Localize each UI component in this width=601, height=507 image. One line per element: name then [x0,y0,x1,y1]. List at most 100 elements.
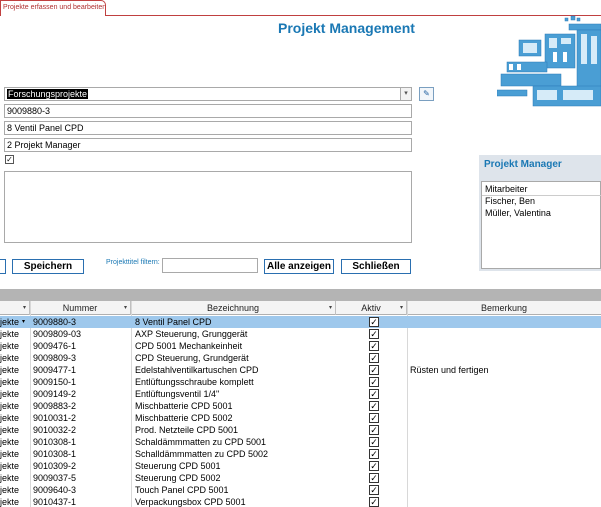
pencil-icon[interactable]: ✎ [419,87,434,101]
sort-icon[interactable]: ▾ [329,301,332,315]
cell-remark: Rüsten und fertigen [410,365,489,375]
cell-category: jekte [0,497,20,507]
cell-category: jekte [0,461,20,471]
row-active-checkbox[interactable]: ✓ [369,389,379,399]
row-active-checkbox[interactable]: ✓ [369,353,379,363]
list-item[interactable]: Müller, Valentina [485,208,551,218]
active-checkbox[interactable]: ✓ [5,155,14,164]
close-button[interactable]: Schließen [341,259,411,274]
cell-remark [410,436,600,448]
table-row[interactable]: jekte 9009477-1 Edelstahlventilkartuschen … [0,364,601,376]
project-title-filter-input[interactable] [162,258,258,273]
tab-projekte-erfassen[interactable]: Projekte erfassen und bearbeiten [0,0,106,16]
column-header-active[interactable]: Aktiv ▾ [336,301,407,315]
cell-category: jekte [0,473,20,483]
table-row[interactable]: jekte 9009809-03 AXP Steuerung, Grunggerät… [0,328,601,340]
table-row[interactable]: jekte 9009150-1 Entlüftungsschraube komple… [0,376,601,388]
sort-icon[interactable]: ▾ [23,301,26,315]
table-row[interactable]: jekte 9009037-5 Steuerung CPD 5002 ✓ [0,472,601,484]
cell-number: 9009809-03 [33,329,82,339]
cell-category: jekte [0,341,20,351]
project-manager-title: Projekt Manager [484,159,562,170]
chevron-down-icon[interactable]: ▾ [400,88,411,100]
table-row[interactable]: jekte 9009640-3 Touch Panel CPD 5001 ✓ [0,484,601,496]
row-active-checkbox[interactable]: ✓ [369,497,379,507]
cell-name: CPD Steuerung, Grundgerät [135,353,249,363]
column-header-category[interactable]: ▾ [0,301,30,315]
cell-name: Entlüftungsschraube komplett [135,377,254,387]
cell-category: jekte [0,317,20,327]
project-manager-field[interactable]: 2 Projekt Manager [4,138,412,152]
cell-number: 9009476-1 [33,341,77,351]
sort-icon[interactable]: ▾ [400,301,403,315]
cell-remark [410,388,600,400]
cell-category: jekte [0,437,20,447]
list-header: Mitarbeiter [485,184,528,194]
table-row[interactable]: jekte 9009880-3 8 Ventil Panel CPD ✓ ▾ [0,316,601,328]
row-active-checkbox[interactable]: ✓ [369,485,379,495]
row-active-checkbox[interactable]: ✓ [369,341,379,351]
cell-number: 9009880-3 [33,317,77,327]
table-row[interactable]: jekte 9009883-2 Mischbatterie CPD 5001 ✓ [0,400,601,412]
table-row[interactable]: jekte 9010308-1 Schalldämmmatten zu CPD 50… [0,448,601,460]
cell-name: Verpackungsbox CPD 5001 [135,497,246,507]
cell-number: 9009640-3 [33,485,77,495]
project-manager-list[interactable]: Mitarbeiter Fischer, Ben Müller, Valenti… [481,181,601,269]
row-active-checkbox[interactable]: ✓ [369,461,379,471]
row-active-checkbox[interactable]: ✓ [369,437,379,447]
table-row[interactable]: jekte 9010437-1 Verpackungsbox CPD 5001 ✓ [0,496,601,507]
column-header-name[interactable]: Bezeichnung ▾ [131,301,336,315]
cell-number: 9009037-5 [33,473,77,483]
cell-number: 9009883-2 [33,401,77,411]
row-active-checkbox[interactable]: ✓ [369,425,379,435]
cell-category: jekte [0,353,20,363]
row-active-checkbox[interactable]: ✓ [369,365,379,375]
cell-number: 9010309-2 [33,461,77,471]
cell-category: jekte [0,485,20,495]
filter-label: Projekttitel filtern: [106,259,160,266]
row-active-checkbox[interactable]: ✓ [369,329,379,339]
cell-name: CPD 5001 Mechankeinheit [135,341,243,351]
category-dropdown[interactable]: Forschungsprojekte ▾ [4,87,412,101]
cell-remark [410,448,600,460]
cell-remark [410,424,600,436]
row-active-checkbox[interactable]: ✓ [369,413,379,423]
cell-category: jekte [0,425,20,435]
project-number-field[interactable]: 9009880-3 [4,104,412,118]
page-title: Projekt Management [278,20,415,36]
sort-icon[interactable]: ▾ [124,301,127,315]
cell-number: 9009150-1 [33,377,77,387]
row-active-checkbox[interactable]: ✓ [369,401,379,411]
row-active-checkbox[interactable]: ✓ [369,317,379,327]
column-header-remark[interactable]: Bemerkung [407,301,601,315]
column-header-number[interactable]: Nummer ▾ [30,301,131,315]
cell-category: jekte [0,401,20,411]
cell-remark [410,400,600,412]
nav-left-button[interactable] [0,259,6,274]
project-name-field[interactable]: 8 Ventil Panel CPD [4,121,412,135]
table-row[interactable]: jekte 9009476-1 CPD 5001 Mechankeinheit ✓ [0,340,601,352]
table-row[interactable]: jekte 9010309-2 Steuerung CPD 5001 ✓ [0,460,601,472]
cell-category: jekte [0,389,20,399]
table-row[interactable]: jekte 9010032-2 Prod. Netzteile CPD 5001 ✓ [0,424,601,436]
row-active-checkbox[interactable]: ✓ [369,473,379,483]
remark-memo-field[interactable] [4,171,412,243]
cell-number: 9010437-1 [33,497,77,507]
row-active-checkbox[interactable]: ✓ [369,449,379,459]
cell-category: jekte [0,413,20,423]
table-row[interactable]: jekte 9010031-2 Mischbatterie CPD 5002 ✓ [0,412,601,424]
row-active-checkbox[interactable]: ✓ [369,377,379,387]
show-all-button[interactable]: Alle anzeigen [264,259,334,274]
table-row[interactable]: jekte 9009809-3 CPD Steuerung, Grundgerät ✓ [0,352,601,364]
cell-remark [410,484,600,496]
cell-remark [410,328,600,340]
cell-remark [410,412,600,424]
row-dropdown-icon[interactable]: ▾ [22,316,25,328]
table-row[interactable]: jekte 9010308-1 Schaldämmmatten zu CPD 500… [0,436,601,448]
cell-category: jekte [0,329,20,339]
list-item[interactable]: Fischer, Ben [485,196,535,206]
table-row[interactable]: jekte 9009149-2 Entlüftungsventil 1/4" ✓ [0,388,601,400]
cell-remark [410,316,600,328]
cell-number: 9010308-1 [33,437,77,447]
save-button[interactable]: Speichern [12,259,84,274]
